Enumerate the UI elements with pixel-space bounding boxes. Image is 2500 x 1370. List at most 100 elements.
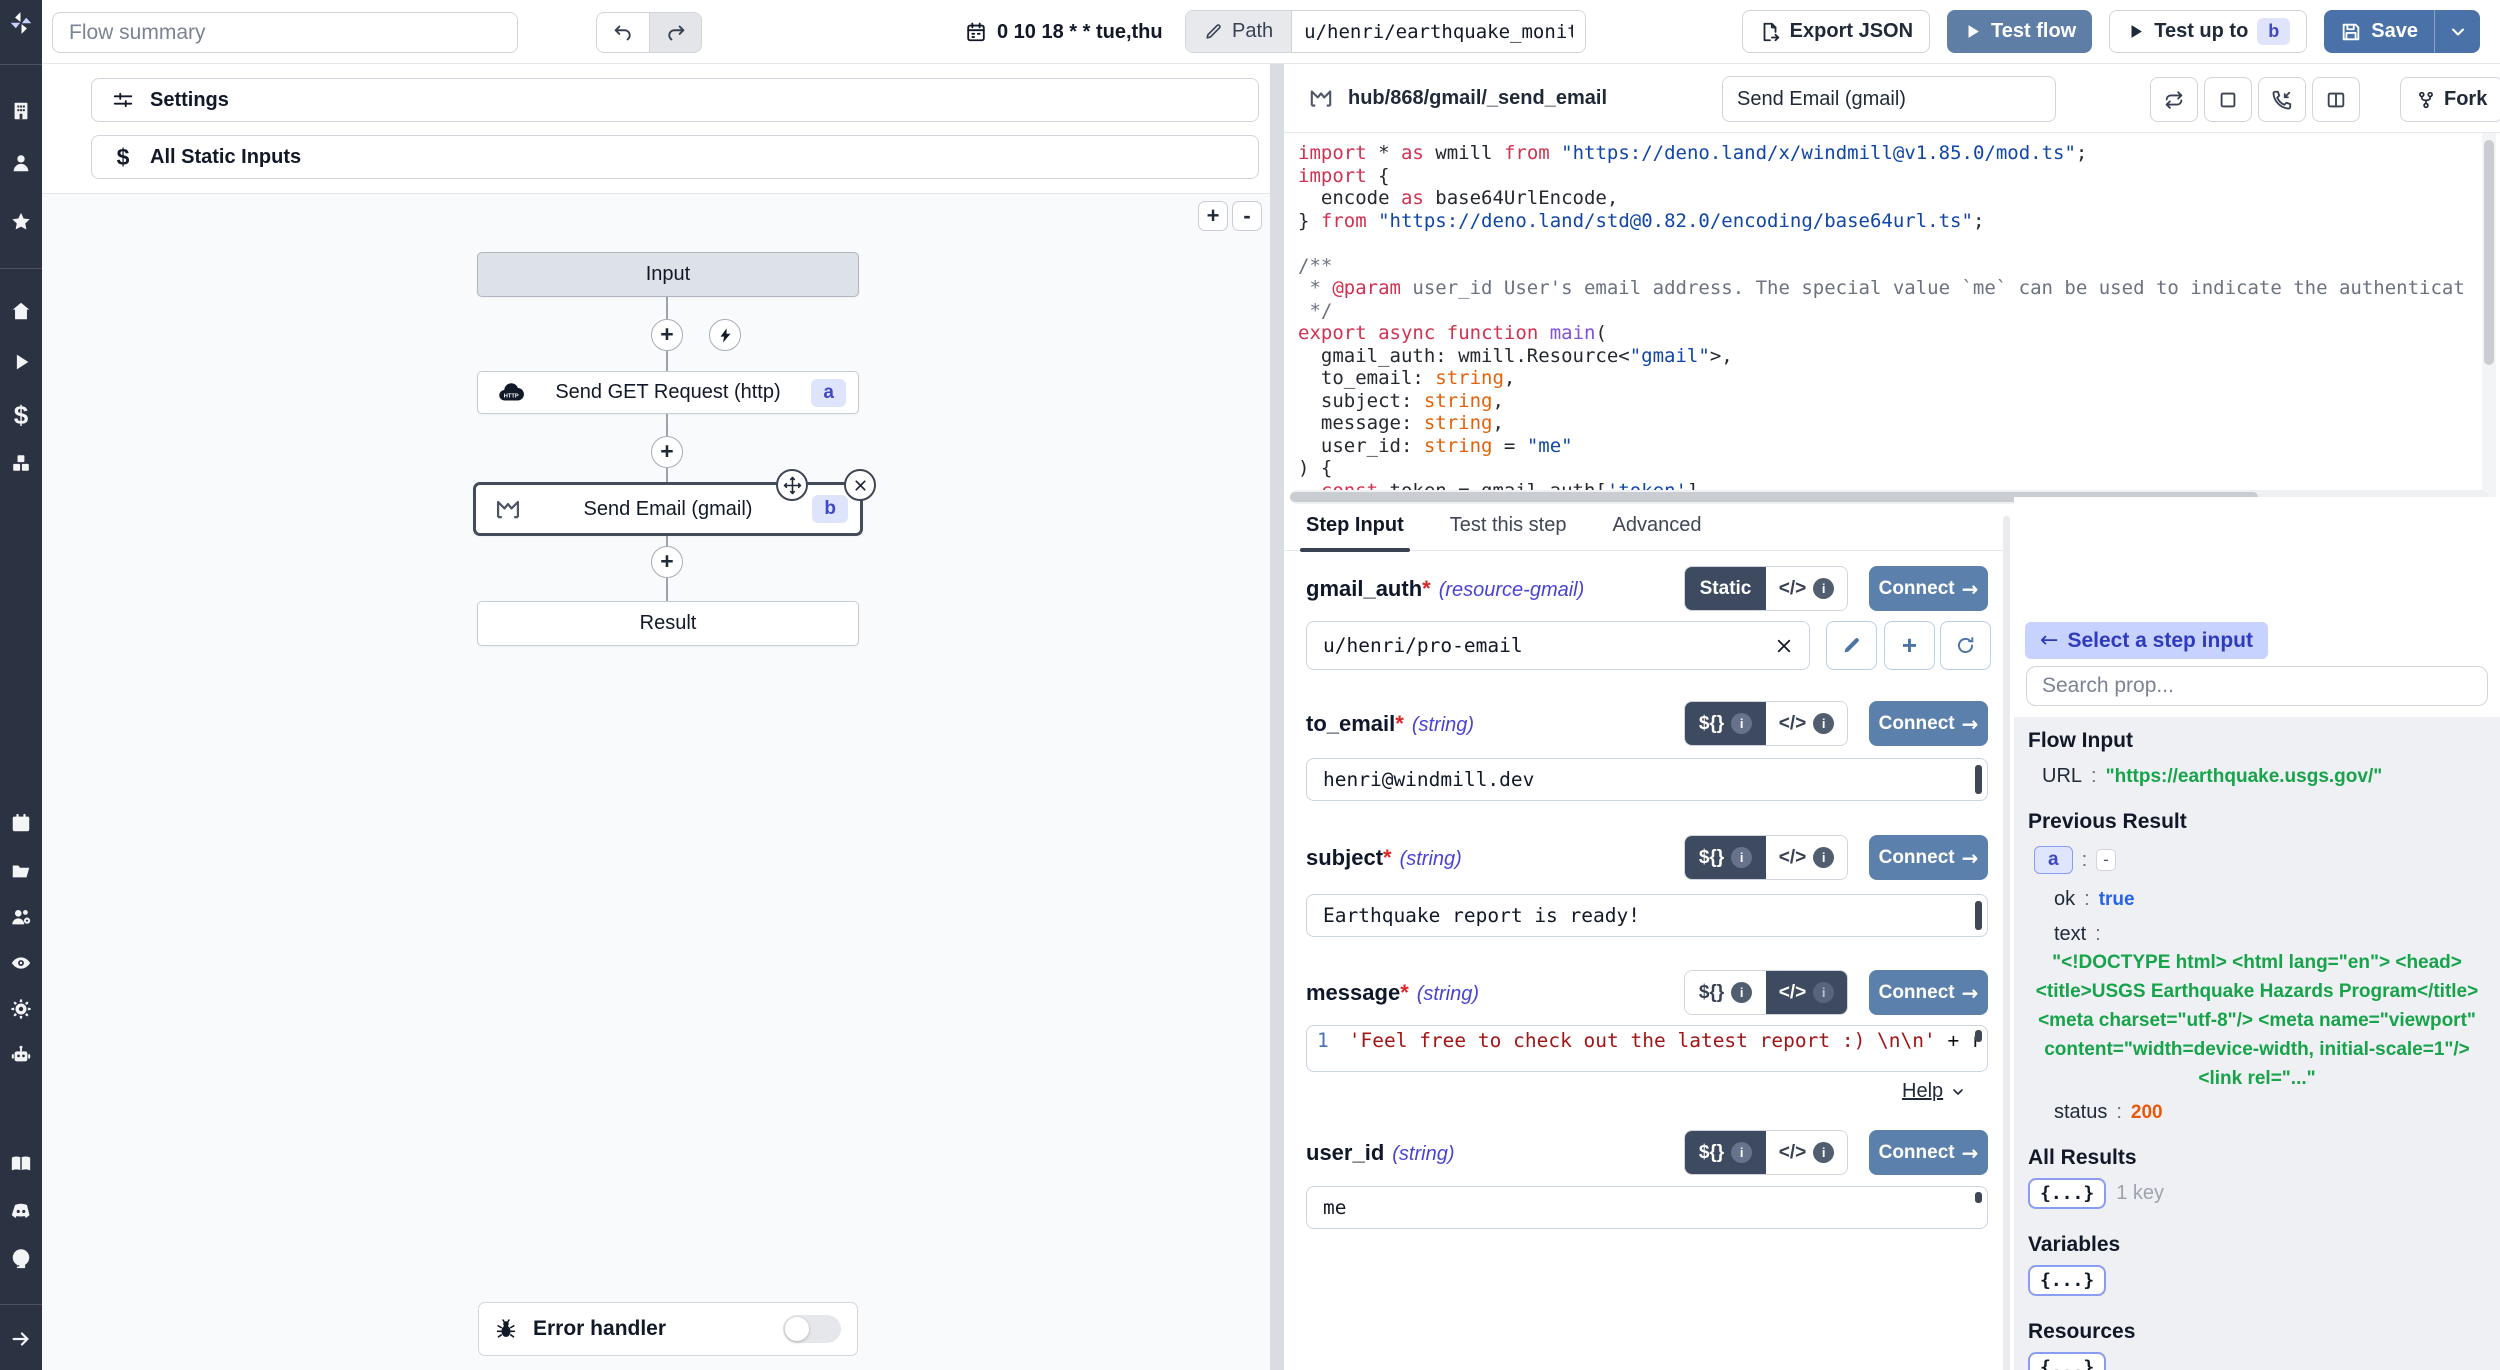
schedule-summary[interactable]: 0 10 18 * * tue,thu <box>965 0 1163 64</box>
sync-script-button[interactable] <box>2150 77 2198 122</box>
redo-button[interactable] <box>649 13 701 52</box>
mode-template[interactable]: ${}i <box>1685 1131 1766 1174</box>
mode-static[interactable]: Static <box>1685 567 1766 610</box>
message-expression-editor[interactable]: 1 'Feel free to check out the latest rep… <box>1306 1025 1988 1072</box>
refresh-resource-button[interactable] <box>1940 621 1991 670</box>
info-icon[interactable]: i <box>1813 578 1834 599</box>
connect-button-subject[interactable]: Connect→ <box>1869 835 1988 880</box>
edit-resource-button[interactable] <box>1826 621 1877 670</box>
flow-canvas[interactable]: + - Input + HTTP Send GET Request (http)… <box>42 193 1270 1370</box>
step-name-input[interactable] <box>1722 76 2056 122</box>
mode-javascript[interactable]: </>i <box>1766 836 1847 879</box>
add-trigger-button[interactable] <box>709 319 741 351</box>
text-value[interactable]: "<!DOCTYPE html> <html lang="en"> <head>… <box>2028 948 2486 1093</box>
mode-javascript[interactable]: </>i <box>1766 702 1847 745</box>
delete-step-button[interactable] <box>844 469 876 501</box>
error-handler-toggle[interactable] <box>783 1315 841 1343</box>
connect-button-user-id[interactable]: Connect→ <box>1869 1130 1988 1175</box>
prop-row-ok[interactable]: ok: true <box>2054 888 2488 911</box>
select-step-input-button[interactable]: ← Select a step input <box>2025 622 2268 659</box>
save-menu-button[interactable] <box>2434 10 2480 53</box>
prop-row-text[interactable]: text: <box>2054 923 2488 946</box>
sidebar-item-settings[interactable] <box>0 998 42 1020</box>
code-vertical-scrollbar[interactable] <box>2482 133 2496 497</box>
sidebar-item-variables[interactable]: $ <box>0 400 42 431</box>
mode-template[interactable]: ${}i <box>1685 836 1766 879</box>
sidebar-item-github[interactable] <box>0 1247 42 1269</box>
undo-button[interactable] <box>597 13 649 52</box>
clear-icon[interactable] <box>1775 637 1793 655</box>
expand-editor-button[interactable] <box>2204 77 2252 122</box>
save-button[interactable]: Save <box>2324 10 2434 53</box>
info-icon[interactable]: i <box>1813 982 1834 1003</box>
info-icon[interactable]: i <box>1731 713 1752 734</box>
info-icon[interactable]: i <box>1813 1142 1834 1163</box>
sidebar-item-workers[interactable] <box>0 1044 42 1066</box>
prop-row-url[interactable]: URL: "https://earthquake.usgs.gov/" <box>2042 765 2488 788</box>
path-edit-button[interactable]: Path <box>1186 11 1292 52</box>
info-icon[interactable]: i <box>1813 847 1834 868</box>
flow-summary-input[interactable] <box>52 12 518 53</box>
fork-button[interactable]: Fork <box>2400 77 2500 122</box>
flow-node-get-request[interactable]: HTTP Send GET Request (http) a <box>477 371 859 414</box>
test-up-to-button[interactable]: Test up to b <box>2109 10 2307 53</box>
flow-node-result[interactable]: Result <box>477 601 859 646</box>
collapse-rail-button[interactable] <box>0 1328 42 1350</box>
diff-view-button[interactable] <box>2312 77 2360 122</box>
object-badge[interactable]: {...} <box>2028 1352 2106 1370</box>
prop-search-input[interactable] <box>2026 666 2488 706</box>
path-input[interactable] <box>1292 11 1585 52</box>
add-step-button[interactable]: + <box>651 436 683 468</box>
sidebar-item-audit-logs[interactable] <box>0 952 42 974</box>
add-resource-button[interactable]: + <box>1884 621 1935 670</box>
step-a-badge[interactable]: a <box>2034 846 2073 874</box>
add-step-button[interactable]: + <box>651 319 683 351</box>
flow-node-input[interactable]: Input <box>477 252 859 297</box>
mode-javascript[interactable]: </>i <box>1766 567 1847 610</box>
user-id-field[interactable]: me <box>1306 1186 1988 1229</box>
add-step-button[interactable]: + <box>651 546 683 578</box>
connect-button-to-email[interactable]: Connect→ <box>1869 701 1988 746</box>
sidebar-item-resources[interactable] <box>0 452 42 474</box>
tab-test-this-step[interactable]: Test this step <box>1450 509 1567 550</box>
tab-step-input[interactable]: Step Input <box>1306 509 1404 550</box>
sidebar-item-folders[interactable] <box>0 860 42 882</box>
zoom-in-button[interactable]: + <box>1198 201 1228 231</box>
connect-button-gmail-auth[interactable]: Connect→ <box>1869 566 1988 611</box>
export-json-button[interactable]: Export JSON <box>1742 10 1930 53</box>
scrollbar-thumb[interactable] <box>2484 140 2494 365</box>
test-flow-button[interactable]: Test flow <box>1947 10 2092 53</box>
tab-advanced[interactable]: Advanced <box>1612 509 1701 550</box>
object-badge[interactable]: {...} <box>2028 1265 2106 1296</box>
move-step-button[interactable] <box>776 469 808 501</box>
sidebar-item-discord[interactable] <box>0 1200 42 1222</box>
panel-splitter[interactable] <box>1270 64 1284 1370</box>
windmill-logo-icon[interactable] <box>0 10 42 36</box>
sidebar-item-docs[interactable] <box>0 1153 42 1175</box>
info-icon[interactable]: i <box>1731 1142 1752 1163</box>
subject-field[interactable]: Earthquake report is ready! <box>1306 894 1988 937</box>
sidebar-item-workspace[interactable] <box>0 100 42 122</box>
webhook-button[interactable] <box>2258 77 2306 122</box>
sidebar-item-user[interactable] <box>0 152 42 174</box>
sidebar-item-home[interactable] <box>0 300 42 322</box>
info-icon[interactable]: i <box>1731 847 1752 868</box>
object-badge[interactable]: {...} <box>2028 1178 2106 1209</box>
sidebar-item-runs[interactable] <box>0 351 42 373</box>
prop-row-a[interactable]: a: - <box>2034 846 2488 874</box>
sidebar-item-schedules[interactable] <box>0 812 42 834</box>
mode-javascript[interactable]: </>i <box>1766 1131 1847 1174</box>
mode-template[interactable]: ${}i <box>1685 971 1766 1014</box>
flow-settings-button[interactable]: Settings <box>91 78 1259 122</box>
sidebar-item-favorites[interactable] <box>0 211 42 233</box>
mode-template[interactable]: ${}i <box>1685 702 1766 745</box>
zoom-out-button[interactable]: - <box>1232 201 1262 231</box>
code-editor[interactable]: import * as wmill from "https://deno.lan… <box>1284 133 2500 497</box>
mode-javascript[interactable]: </>i <box>1766 971 1847 1014</box>
help-link[interactable]: Help <box>1902 1080 1966 1103</box>
all-static-inputs-button[interactable]: $ All Static Inputs <box>91 135 1259 179</box>
sidebar-item-groups[interactable] <box>0 906 42 928</box>
gmail-auth-resource-field[interactable]: u/henri/pro-email <box>1306 621 1810 670</box>
form-scrollbar[interactable] <box>2003 516 2010 1370</box>
connect-button-message[interactable]: Connect→ <box>1869 970 1988 1015</box>
